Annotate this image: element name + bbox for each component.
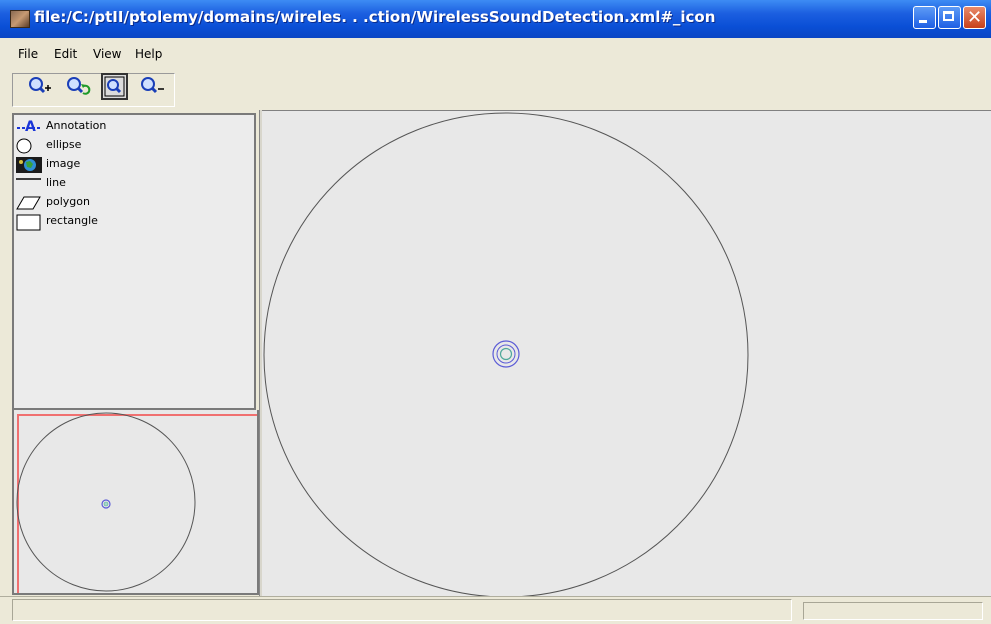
- image-icon: [16, 157, 42, 173]
- palette-label-rectangle: rectangle: [46, 214, 98, 227]
- window-title: file:/C:/ptII/ptolemy/domains/wireles. .…: [34, 8, 716, 26]
- sensor-ring-center: [499, 347, 513, 361]
- annotation-icon: A: [17, 119, 41, 135]
- large-circle: [263, 112, 749, 596]
- zoom-fit-icon: [104, 76, 125, 97]
- status-message: [12, 599, 792, 621]
- ptolemy-icon[interactable]: [10, 10, 30, 28]
- maximize-icon: [943, 11, 954, 21]
- minimize-icon: [919, 20, 927, 23]
- palette-label-polygon: polygon: [46, 195, 90, 208]
- line-icon: [16, 178, 41, 180]
- zoom-reset-button[interactable]: [64, 73, 91, 100]
- zoom-in-button[interactable]: [26, 73, 53, 100]
- svg-text:A: A: [25, 119, 36, 135]
- drawing-canvas[interactable]: [262, 110, 991, 596]
- palette-label-ellipse: ellipse: [46, 138, 82, 151]
- palette-label-annotation: Annotation: [46, 119, 107, 132]
- minimize-button[interactable]: [913, 6, 936, 29]
- close-icon: ✕: [966, 7, 983, 28]
- sensor-ring-inner: [496, 344, 516, 364]
- zoom-in-icon: [29, 77, 51, 94]
- status-progress: [803, 602, 983, 620]
- close-button[interactable]: ✕: [963, 6, 986, 29]
- overview-drawing: [16, 412, 196, 592]
- maximize-button[interactable]: [938, 6, 961, 29]
- palette-label-image: image: [46, 157, 81, 170]
- zoom-reset-icon: [67, 77, 91, 95]
- menu-edit[interactable]: Edit: [54, 47, 77, 61]
- rectangle-icon: [16, 214, 41, 231]
- menu-file[interactable]: File: [18, 47, 38, 61]
- toolbar: [0, 68, 991, 110]
- menu-help[interactable]: Help: [135, 47, 162, 61]
- status-bar: [0, 596, 991, 624]
- menu-view[interactable]: View: [93, 47, 121, 61]
- title-bar[interactable]: file:/C:/ptII/ptolemy/domains/wireles. .…: [0, 0, 991, 38]
- zoom-out-icon: [141, 77, 164, 94]
- ellipse-icon: [16, 138, 32, 154]
- application-window: file:/C:/ptII/ptolemy/domains/wireles. .…: [0, 0, 991, 624]
- overview-panner[interactable]: [12, 410, 259, 595]
- polygon-icon: [16, 196, 41, 210]
- canvas-drawing: [263, 112, 749, 596]
- zoom-out-button[interactable]: [138, 73, 165, 100]
- palette-label-line: line: [46, 176, 66, 189]
- menu-bar: File Edit View Help: [0, 38, 991, 68]
- shape-palette: A Annotation ellipse image line polygon …: [12, 113, 256, 410]
- zoom-fit-button[interactable]: [101, 73, 128, 100]
